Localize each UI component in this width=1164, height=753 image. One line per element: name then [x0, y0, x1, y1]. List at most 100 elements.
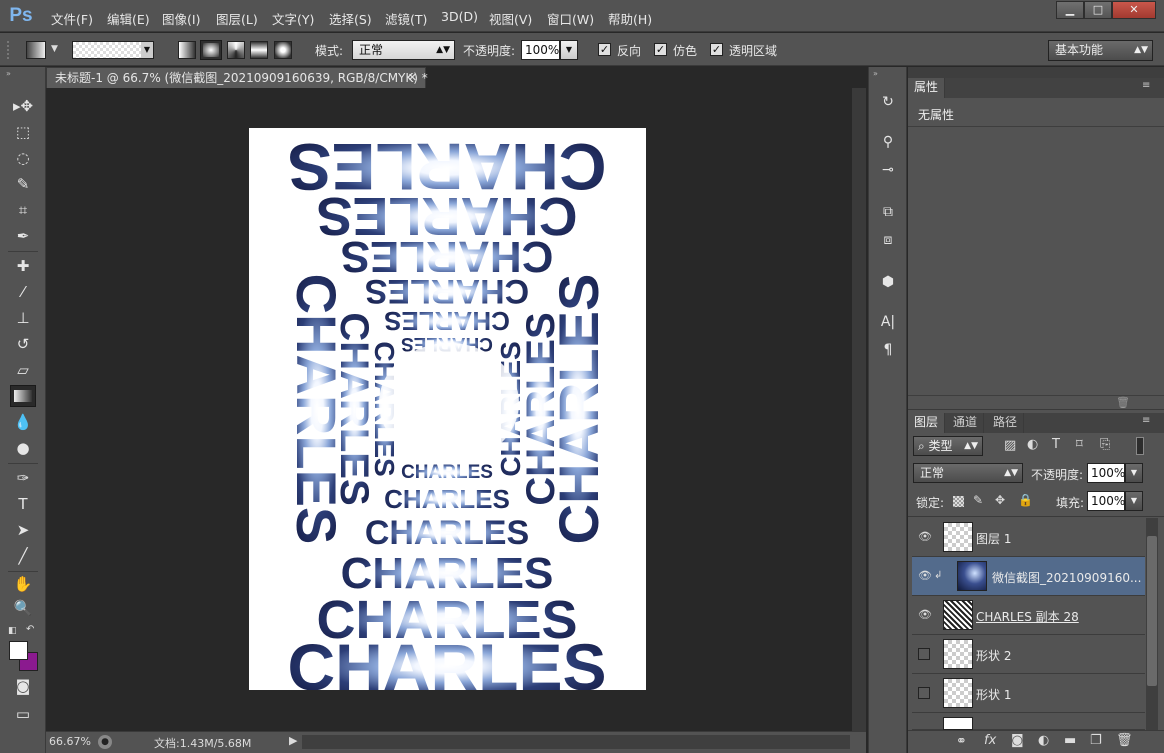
history-brush-tool-icon[interactable]: ↺	[10, 333, 36, 355]
crop-tool-icon[interactable]: ⌗	[10, 199, 36, 221]
eraser-tool-icon[interactable]: ▱	[10, 359, 36, 381]
styles-icon[interactable]: ⧈	[876, 229, 900, 251]
menu-filter[interactable]: 滤镜(T)	[385, 9, 427, 28]
angle-gradient-icon[interactable]	[227, 41, 245, 59]
adjustment-layer-icon[interactable]: ◐	[1038, 733, 1049, 748]
menu-select[interactable]: 选择(S)	[329, 9, 372, 28]
lock-position-icon[interactable]: ✥	[995, 493, 1005, 507]
maximize-button[interactable]: □	[1084, 1, 1112, 19]
info-icon[interactable]: ●	[98, 735, 112, 749]
menu-file[interactable]: 文件(F)	[51, 9, 93, 28]
new-group-icon[interactable]: ▬	[1064, 733, 1076, 748]
tool-preset-arrow-icon[interactable]: ▼	[51, 44, 58, 54]
reverse-checkbox[interactable]: ✓	[598, 43, 611, 56]
menu-layer[interactable]: 图层(L)	[216, 9, 258, 28]
delete-layer-icon[interactable]: 🗑	[1116, 733, 1133, 748]
menu-image[interactable]: 图像(I)	[162, 9, 200, 28]
pixel-filter-icon[interactable]: ▨	[1004, 438, 1016, 453]
line-tool-icon[interactable]: ╱	[10, 545, 36, 567]
layer-row-partial[interactable]	[912, 713, 1145, 730]
document-tab[interactable]: 未标题-1 @ 66.7% (微信截图_20210909160639, RGB/…	[46, 67, 428, 88]
clone-stamp-tool-icon[interactable]: ⊥	[10, 307, 36, 329]
fx-icon[interactable]: fx	[984, 733, 996, 748]
artboard-canvas[interactable]: CHARLES CHARLES CHARLES CHARLES CHARLES …	[249, 128, 646, 690]
eye-icon[interactable]: 👁	[918, 531, 932, 543]
brush-presets-icon[interactable]: ⚲	[876, 131, 900, 153]
eye-icon[interactable]: 👁	[918, 609, 932, 621]
smart-object-filter-icon[interactable]: ⎘	[1100, 437, 1110, 452]
quick-mask-icon[interactable]: ◙	[10, 675, 36, 697]
3d-icon[interactable]: ⬢	[876, 271, 900, 293]
panel-menu-icon[interactable]: ≡	[1142, 80, 1150, 91]
eye-icon[interactable]: 👁	[918, 570, 932, 582]
screen-mode-icon[interactable]: ▭	[10, 703, 36, 725]
adjustment-filter-icon[interactable]: ◐	[1027, 437, 1038, 452]
lock-transparency-icon[interactable]	[953, 496, 964, 507]
gradient-tool-icon[interactable]	[26, 41, 46, 59]
blur-tool-icon[interactable]: 💧	[10, 411, 36, 433]
foreground-color-swatch[interactable]	[9, 641, 28, 660]
fill-dropdown-icon[interactable]: ▼	[1125, 491, 1143, 511]
healing-brush-tool-icon[interactable]: ✚	[10, 255, 36, 277]
zoom-tool-icon[interactable]: 🔍	[10, 597, 36, 619]
tab-channels[interactable]: 通道	[947, 413, 985, 433]
fill-input[interactable]: 100%	[1087, 491, 1125, 511]
shape-filter-icon[interactable]: ⌑	[1076, 437, 1083, 452]
visibility-toggle[interactable]	[918, 648, 930, 660]
workspace-select[interactable]: 基本功能 ▲▼	[1048, 40, 1153, 61]
zoom-level[interactable]: 66.67%	[49, 735, 91, 748]
link-layers-icon[interactable]: ⚭	[956, 734, 967, 749]
layers-scrollbar[interactable]	[1146, 518, 1158, 730]
gradient-picker[interactable]: ▼	[72, 41, 154, 59]
visibility-toggle[interactable]	[918, 687, 930, 699]
type-tool-icon[interactable]: T	[10, 493, 36, 515]
dodge-tool-icon[interactable]: ●	[10, 437, 36, 459]
default-colors-icon[interactable]: ◧	[8, 626, 17, 636]
layer-row[interactable]: 👁 CHARLES 副本 28	[912, 596, 1145, 635]
reflected-gradient-icon[interactable]	[250, 41, 268, 59]
lasso-tool-icon[interactable]: ◌	[10, 147, 36, 169]
menu-edit[interactable]: 编辑(E)	[107, 9, 150, 28]
layers-menu-icon[interactable]: ≡	[1142, 415, 1150, 426]
menu-3d[interactable]: 3D(D)	[441, 9, 478, 24]
layer-filter-select[interactable]: ⌕ 类型 ▲▼	[913, 436, 983, 456]
layer-row[interactable]: 形状 2	[912, 635, 1145, 674]
brush-panel-icon[interactable]: ⊸	[876, 159, 900, 181]
path-selection-tool-icon[interactable]: ➤	[10, 519, 36, 541]
layer-row[interactable]: 👁 ↲ 微信截图_20210909160...	[912, 557, 1145, 596]
close-tab-icon[interactable]: ✕	[408, 68, 417, 88]
layer-opacity-input[interactable]: 100%	[1087, 463, 1125, 483]
horizontal-scrollbar[interactable]	[302, 735, 850, 749]
menu-help[interactable]: 帮助(H)	[608, 9, 652, 28]
opacity-dropdown-icon[interactable]: ▼	[560, 40, 578, 60]
type-filter-icon[interactable]: T	[1052, 437, 1060, 452]
eyedropper-tool-icon[interactable]: ✒	[10, 225, 36, 247]
menu-view[interactable]: 视图(V)	[489, 9, 532, 28]
vertical-scrollbar[interactable]	[852, 88, 866, 731]
menu-type[interactable]: 文字(Y)	[272, 9, 314, 28]
move-tool-icon[interactable]: ▸✥	[10, 95, 36, 117]
layer-row[interactable]: 👁 图层 1	[912, 518, 1145, 557]
lock-all-icon[interactable]: 🔒	[1018, 493, 1033, 507]
swap-colors-icon[interactable]: ↶	[26, 624, 34, 635]
diamond-gradient-icon[interactable]	[274, 41, 292, 59]
mode-select[interactable]: 正常 ▲▼	[352, 40, 455, 60]
layer-row[interactable]: 形状 1	[912, 674, 1145, 713]
expand-icon[interactable]: »	[6, 69, 11, 78]
opacity-input[interactable]: 100%	[521, 40, 560, 60]
tab-paths[interactable]: 路径	[987, 413, 1025, 433]
lock-pixels-icon[interactable]: ✎	[973, 493, 983, 507]
menu-window[interactable]: 窗口(W)	[547, 9, 594, 28]
gradient-tool-icon[interactable]	[10, 385, 36, 407]
add-mask-icon[interactable]: ◙	[1011, 733, 1024, 748]
pen-tool-icon[interactable]: ✑	[10, 467, 36, 489]
brush-tool-icon[interactable]: ⁄	[10, 281, 36, 303]
collapse-icon[interactable]: »	[873, 69, 878, 78]
trash-icon[interactable]: 🗑	[1116, 396, 1130, 409]
dither-checkbox[interactable]: ✓	[654, 43, 667, 56]
minimize-button[interactable]: ▁	[1056, 1, 1084, 19]
transparency-checkbox[interactable]: ✓	[710, 43, 723, 56]
blend-mode-select[interactable]: 正常 ▲▼	[913, 463, 1023, 483]
tab-properties[interactable]: 属性	[908, 78, 946, 98]
marquee-tool-icon[interactable]: ⬚	[10, 121, 36, 143]
